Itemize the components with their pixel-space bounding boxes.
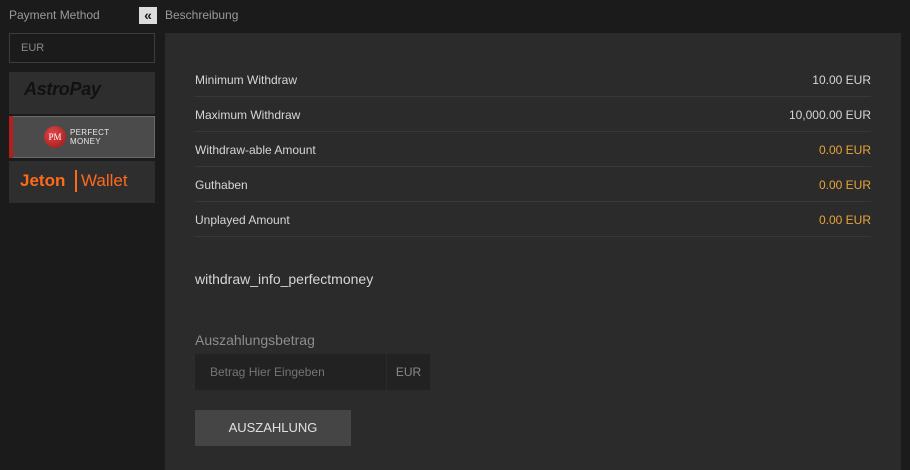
- collapse-chevron-icon[interactable]: «: [139, 7, 157, 24]
- currency-filter[interactable]: EUR: [9, 33, 155, 63]
- jeton-logo-divider: [75, 170, 77, 192]
- limit-row: Guthaben 0.00 EUR: [195, 167, 871, 202]
- perfect-money-logo-text: PERFECT MONEY: [70, 128, 109, 146]
- perfect-money-logo-icon: PM: [44, 126, 66, 148]
- withdraw-button[interactable]: AUSZAHLUNG: [195, 410, 351, 446]
- limit-value: 0.00 EUR: [818, 178, 871, 192]
- description-title: Beschreibung: [165, 8, 239, 22]
- limit-row: Minimum Withdraw 10.00 EUR: [195, 62, 871, 97]
- limit-value: 10,000.00 EUR: [788, 108, 871, 122]
- limit-value: 0.00 EUR: [818, 143, 871, 157]
- limit-value: 0.00 EUR: [818, 213, 871, 227]
- payment-method-sidebar: Payment Method « EUR AstroPay PM PERFECT…: [0, 0, 165, 470]
- limit-row: Withdraw-able Amount 0.00 EUR: [195, 132, 871, 167]
- jeton-wallet-text: Wallet: [81, 171, 128, 190]
- limit-value: 10.00 EUR: [812, 73, 871, 87]
- limit-label: Withdraw-able Amount: [195, 143, 316, 157]
- method-perfect-money[interactable]: PM PERFECT MONEY: [9, 116, 155, 158]
- limit-label: Unplayed Amount: [195, 213, 290, 227]
- limit-row: Maximum Withdraw 10,000.00 EUR: [195, 97, 871, 132]
- withdraw-panel: Minimum Withdraw 10.00 EUR Maximum Withd…: [165, 33, 901, 470]
- perfect-money-line1: PERFECT: [70, 128, 110, 137]
- method-jeton-wallet[interactable]: Jeton Wallet: [9, 161, 155, 203]
- amount-input[interactable]: [195, 354, 386, 390]
- astropay-logo: AstroPay: [24, 79, 101, 99]
- limit-label: Minimum Withdraw: [195, 73, 298, 87]
- amount-label: Auszahlungsbetrag: [195, 332, 315, 348]
- method-astropay[interactable]: AstroPay: [9, 72, 155, 114]
- amount-currency-addon: EUR: [386, 354, 430, 390]
- perfect-money-line2: MONEY: [70, 137, 101, 146]
- withdraw-info-text: withdraw_info_perfectmoney: [195, 271, 374, 287]
- limit-label: Maximum Withdraw: [195, 108, 301, 122]
- jeton-logo: Jeton: [20, 171, 66, 190]
- limit-label: Guthaben: [195, 178, 248, 192]
- limit-row: Unplayed Amount 0.00 EUR: [195, 202, 871, 237]
- payment-method-title: Payment Method: [9, 8, 100, 22]
